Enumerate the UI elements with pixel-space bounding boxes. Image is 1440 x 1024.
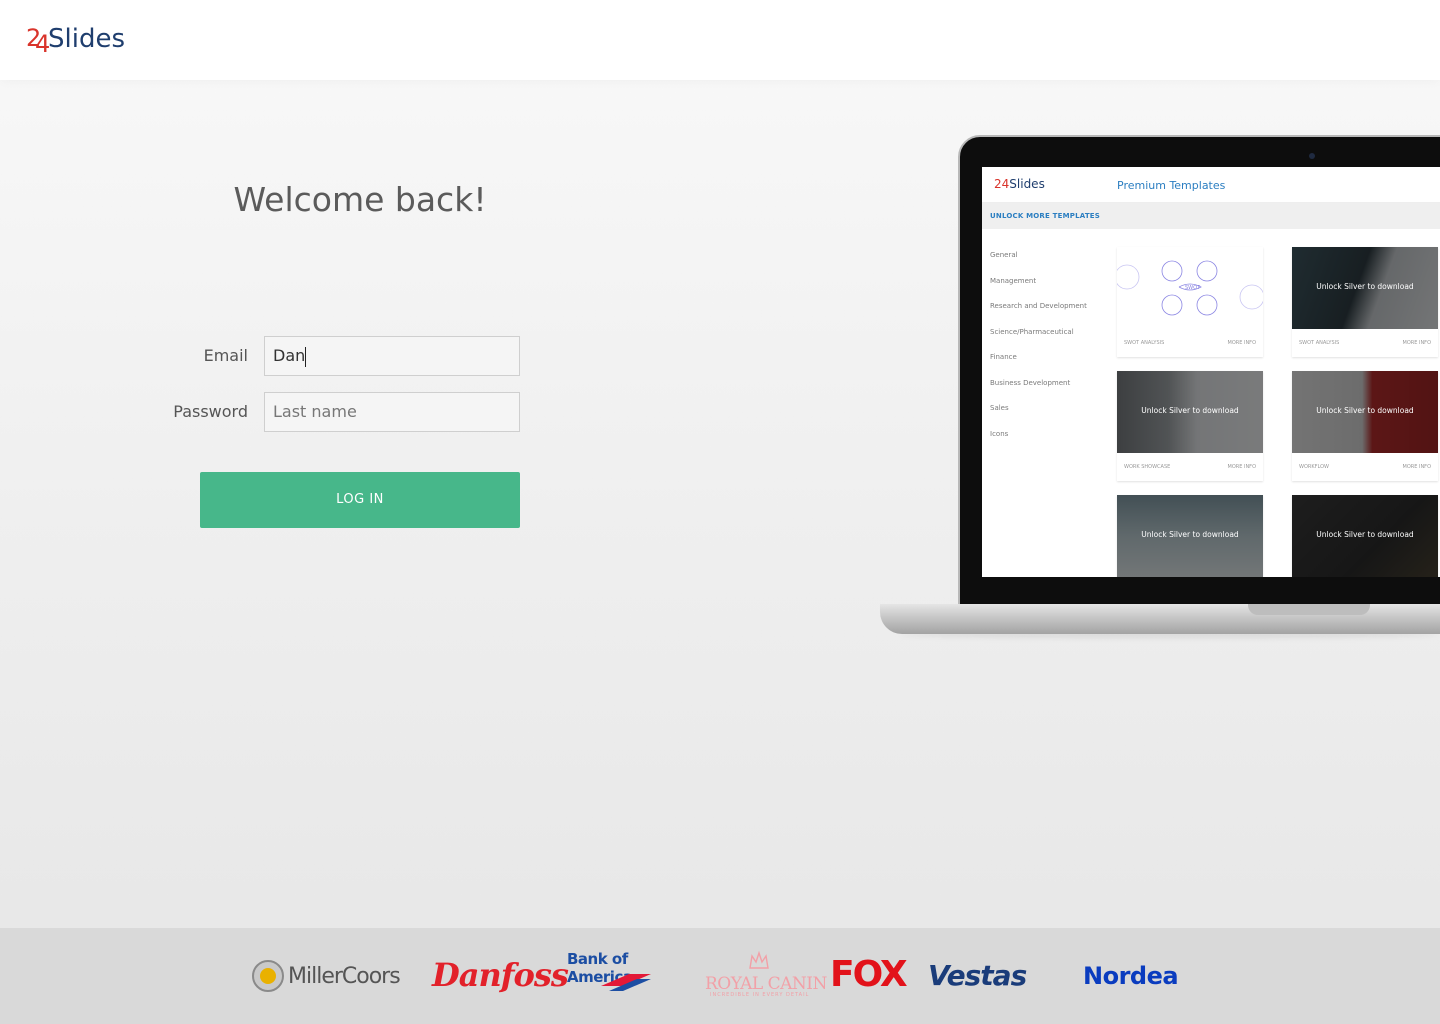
login-button[interactable]: LOG IN [200,472,520,528]
bank-of-america-flag-icon [601,974,651,991]
danfoss-logo: Danfoss [432,956,569,994]
unlock-overlay[interactable]: Unlock Silver to download [1292,495,1438,577]
royal-canin-tagline: INCREDIBLE IN EVERY DETAIL [710,992,810,998]
unlock-overlay[interactable]: Unlock Silver to download [1117,371,1263,453]
more-info-link[interactable]: MORE INFO [1403,464,1432,470]
preview-template-card: Unlock Silver to download SWOT ANALYSIS … [1292,247,1438,357]
preview-category: Finance [990,353,1017,361]
preview-template-card: SWOT SWOT ANALYSIS MORE INFO [1117,247,1263,357]
logo-mark: 24 [26,24,51,58]
preview-unlock-banner: UNLOCK MORE TEMPLATES [982,203,1440,229]
more-info-link[interactable]: MORE INFO [1403,340,1432,346]
email-value: Dan [273,346,306,365]
more-info-link[interactable]: MORE INFO [1228,464,1257,470]
top-bar: 24 Slides [0,0,1440,80]
preview-template-card: Unlock Silver to download [1292,495,1438,577]
text-caret [305,346,307,367]
preview-category: Research and Development [990,302,1087,310]
password-placeholder: Last name [273,402,357,421]
preview-category: Icons [990,430,1009,438]
site-logo[interactable]: 24 Slides [26,22,125,58]
preview-logo: 24Slides [994,177,1045,191]
vestas-logo: Vestas [928,959,1027,992]
preview-template-card: Unlock Silver to download WORKFLOW MORE … [1292,371,1438,481]
bank-of-america-logo: Bank of America. [567,950,687,991]
page-title: Welcome back! [233,180,487,219]
preview-category: Business Development [990,379,1071,387]
preview-template-card: Unlock Silver to download WORK SHOWCASE … [1117,371,1263,481]
millercoors-icon [252,960,284,992]
camera-dot [1309,153,1315,159]
unlock-overlay[interactable]: Unlock Silver to download [1292,247,1438,329]
svg-text:SWOT: SWOT [1185,285,1201,291]
royal-canin-crown-icon [749,950,769,969]
preview-category: Management [990,277,1037,285]
laptop-screen: 24Slides Premium Templates UNLOCK MORE T… [982,167,1440,577]
email-label: Email [203,346,248,365]
email-field[interactable]: Dan [264,336,520,376]
preview-template-card: Unlock Silver to download [1117,495,1263,577]
royal-canin-logo: ROYAL CANIN [705,974,827,994]
fox-logo: FOX [830,954,908,995]
more-info-link[interactable]: MORE INFO [1228,340,1257,346]
nordea-logo: Nordea [1083,962,1179,990]
swot-thumbnail: SWOT [1117,247,1263,329]
password-label: Password [173,402,248,421]
preview-category: Science/Pharmaceutical [990,328,1074,336]
unlock-overlay[interactable]: Unlock Silver to download [1292,371,1438,453]
client-logos-bar: MillerCoors Danfoss Bank of America. ROY… [0,928,1440,1024]
unlock-overlay[interactable]: Unlock Silver to download [1117,495,1263,577]
password-field[interactable]: Last name [264,392,520,432]
logo-wordmark: Slides [48,24,125,54]
preview-title: Premium Templates [1117,179,1226,192]
preview-header: 24Slides Premium Templates [982,167,1440,203]
millercoors-logo: MillerCoors [252,960,401,992]
preview-category: Sales [990,404,1009,412]
preview-category: General [990,251,1018,259]
laptop-base [880,604,1440,634]
